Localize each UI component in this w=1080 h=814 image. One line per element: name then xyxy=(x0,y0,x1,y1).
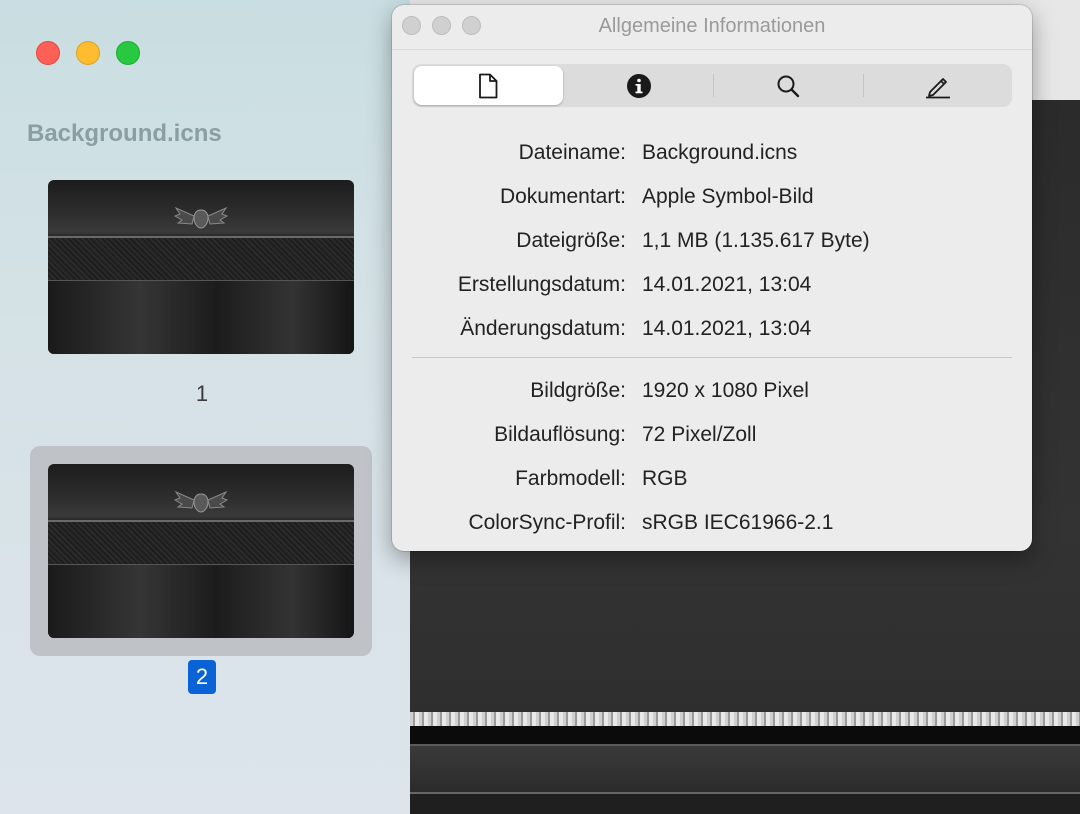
minimize-button[interactable] xyxy=(76,41,100,65)
tab-more-info[interactable] xyxy=(565,64,714,107)
info-value: Background.icns xyxy=(642,141,798,164)
tab-keywords[interactable] xyxy=(714,64,863,107)
close-button[interactable] xyxy=(36,41,60,65)
info-row-file-size: Dateigröße: 1,1 MB (1.135.617 Byte) xyxy=(392,229,1032,259)
info-icon xyxy=(626,73,651,98)
wing-logo-icon xyxy=(174,490,228,513)
inspector-tabs xyxy=(412,64,1012,107)
window-controls xyxy=(36,41,140,65)
info-label: Bildauflösung: xyxy=(494,423,626,446)
info-label: Erstellungsdatum: xyxy=(457,273,626,296)
info-value: sRGB IEC61966-2.1 xyxy=(642,511,834,534)
info-value: 1920 x 1080 Pixel xyxy=(642,379,809,402)
info-row-resolution: Bildauflösung: 72 Pixel/Zoll xyxy=(392,423,1032,453)
page-thumbnail-2[interactable] xyxy=(48,464,354,638)
info-label: Dateigröße: xyxy=(516,229,626,252)
info-label: Bildgröße: xyxy=(530,379,626,402)
info-label: Farbmodell: xyxy=(515,467,626,490)
canvas-pattern-strip xyxy=(410,712,1080,726)
page-number-2[interactable]: 2 xyxy=(188,660,216,694)
thumbnail-lower-panel xyxy=(48,564,354,638)
info-panel: Allgemeine Informationen Dateiname: Back… xyxy=(392,5,1032,551)
canvas-panel-strip xyxy=(410,744,1080,794)
panel-title: Allgemeine Informationen xyxy=(598,15,826,37)
info-value: 1,1 MB (1.135.617 Byte) xyxy=(642,229,870,252)
info-label: Dateiname: xyxy=(518,141,626,164)
info-row-created: Erstellungsdatum: 14.01.2021, 13:04 xyxy=(392,273,1032,303)
info-value: RGB xyxy=(642,467,688,490)
document-icon xyxy=(479,73,498,98)
canvas-dark-strip xyxy=(410,726,1080,744)
info-row-document-type: Dokumentart: Apple Symbol-Bild xyxy=(392,185,1032,215)
tab-annotations[interactable] xyxy=(864,64,1013,107)
document-title: Background.icns xyxy=(27,120,222,147)
info-row-filename: Dateiname: Background.icns xyxy=(392,141,1032,171)
thumbnail-texture-band xyxy=(48,520,354,568)
thumbnail-texture-band xyxy=(48,236,354,284)
zoom-button[interactable] xyxy=(116,41,140,65)
panel-titlebar[interactable]: Allgemeine Informationen xyxy=(392,5,1032,50)
wing-logo-icon xyxy=(174,206,228,229)
info-label: ColorSync-Profil: xyxy=(468,511,626,534)
section-divider xyxy=(412,357,1012,358)
tab-general[interactable] xyxy=(414,66,563,105)
sidebar: Background.icns 1 2 xyxy=(0,0,410,814)
info-row-modified: Änderungsdatum: 14.01.2021, 13:04 xyxy=(392,317,1032,347)
info-value: 14.01.2021, 13:04 xyxy=(642,317,812,340)
info-value: 72 Pixel/Zoll xyxy=(642,423,757,446)
info-label: Dokumentart: xyxy=(499,185,626,208)
page-number-1[interactable]: 1 xyxy=(182,381,222,407)
info-value: Apple Symbol-Bild xyxy=(642,185,814,208)
info-row-color-model: Farbmodell: RGB xyxy=(392,467,1032,497)
info-row-image-size: Bildgröße: 1920 x 1080 Pixel xyxy=(392,379,1032,409)
thumbnail-lower-panel xyxy=(48,280,354,354)
search-icon xyxy=(777,75,800,97)
canvas-lower-strip xyxy=(410,792,1080,814)
pencil-icon xyxy=(925,77,950,98)
info-label: Änderungsdatum: xyxy=(460,317,626,340)
info-value: 14.01.2021, 13:04 xyxy=(642,273,812,296)
page-thumbnail-1[interactable] xyxy=(48,180,354,354)
info-row-colorsync-profile: ColorSync-Profil: sRGB IEC61966-2.1 xyxy=(392,511,1032,541)
